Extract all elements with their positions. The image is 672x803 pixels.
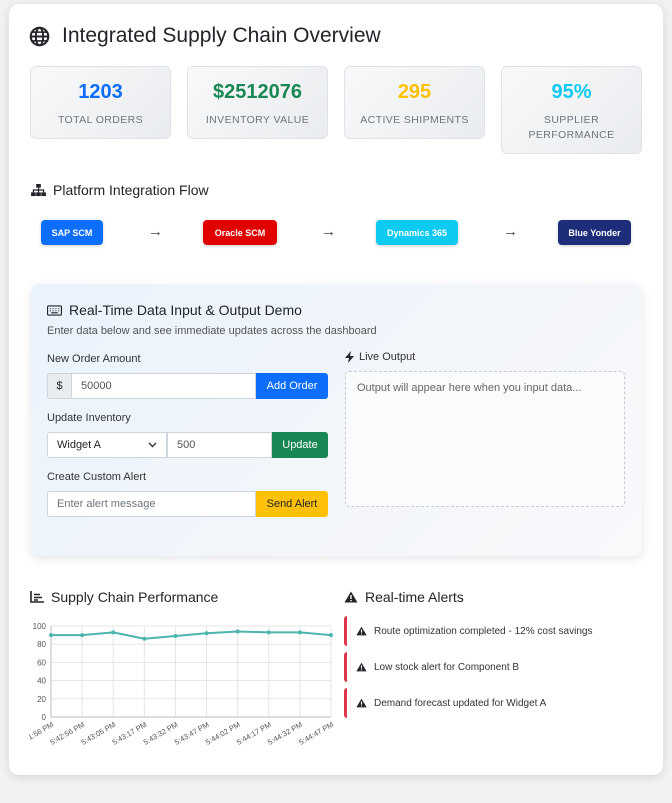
x-tick-label: 5:43:47 PM [173, 720, 211, 747]
order-label: New Order Amount [47, 353, 141, 365]
update-inventory-button[interactable]: Update [272, 432, 328, 458]
kpi-label: TOTAL ORDERS [57, 114, 144, 126]
data-point [235, 629, 240, 634]
performance-title: Supply Chain Performance [51, 589, 219, 605]
kpi-supplier-performance: 95% SUPPLIER PERFORMANCE [501, 66, 642, 154]
y-tick-label: 40 [37, 677, 46, 686]
keyboard-icon [47, 304, 62, 316]
performance-chart: 0204060801005:41:56 PM5:42:56 PM5:43:05 … [29, 622, 335, 747]
currency-addon: $ [47, 373, 71, 399]
product-select[interactable]: Widget A [47, 432, 167, 458]
bar-chart-icon [30, 591, 44, 603]
x-tick-label: 5:43:05 PM [80, 720, 118, 747]
data-point [297, 630, 302, 635]
kpi-value: 295 [397, 81, 432, 103]
output-label: Live Output [359, 351, 416, 363]
kpi-inventory-value: $2512076 INVENTORY VALUE [187, 66, 328, 139]
y-tick-label: 0 [42, 713, 47, 722]
kpi-label: SUPPLIER PERFORMANCE [528, 114, 615, 141]
warning-icon [344, 591, 358, 603]
x-tick-label: 5:44:02 PM [204, 720, 242, 747]
y-tick-label: 80 [37, 640, 46, 649]
alerts-heading: Real-time Alerts [344, 589, 464, 605]
x-tick-label: 5:44:17 PM [235, 720, 273, 747]
y-tick-label: 20 [37, 695, 46, 704]
order-input-group: $ 50000 Add Order [47, 373, 328, 399]
kpi-total-orders: 1203 TOTAL ORDERS [30, 66, 171, 139]
alert-item: Route optimization completed - 12% cost … [344, 616, 650, 646]
warning-icon [356, 698, 367, 708]
inventory-label: Update Inventory [47, 412, 131, 424]
inventory-input-group: Widget A 500 Update [47, 432, 328, 458]
flow-title: Platform Integration Flow [53, 182, 209, 198]
kpi-label: INVENTORY VALUE [205, 114, 310, 126]
alert-text: Demand forecast updated for Widget A [374, 697, 547, 709]
flow-arrow: → [148, 223, 163, 240]
warning-icon [356, 662, 367, 672]
platform-blue-yonder[interactable]: Blue Yonder [558, 220, 631, 245]
send-alert-button[interactable]: Send Alert [256, 491, 328, 517]
y-tick-label: 100 [33, 622, 47, 631]
kpi-value: 1203 [78, 81, 123, 103]
inventory-quantity-input[interactable]: 500 [167, 432, 272, 458]
x-tick-label: 5:44:47 PM [297, 720, 335, 747]
y-tick-label: 60 [37, 658, 46, 667]
sitemap-icon [31, 183, 46, 196]
data-point [49, 633, 53, 638]
performance-heading: Supply Chain Performance [30, 589, 218, 605]
x-tick-label: 5:43:17 PM [111, 720, 149, 747]
alert-message-input[interactable]: Enter alert message [47, 491, 256, 517]
alert-text: Low stock alert for Component B [374, 661, 520, 673]
alert-label: Create Custom Alert [47, 471, 147, 483]
alert-text: Route optimization completed - 12% cost … [374, 625, 593, 637]
kpi-value: 95% [551, 81, 592, 103]
data-point [204, 631, 209, 636]
x-tick-label: 5:42:56 PM [48, 720, 86, 747]
kpi-value: $2512076 [213, 81, 302, 103]
data-point [266, 630, 271, 635]
demo-panel: Real-Time Data Input & Output Demo Enter… [31, 284, 642, 556]
data-point [173, 634, 178, 639]
flow-arrow: → [503, 223, 518, 240]
data-point [111, 630, 116, 635]
alert-input-group: Enter alert message Send Alert [47, 491, 328, 517]
kpi-row: 1203 TOTAL ORDERS $2512076 INVENTORY VALUE… [30, 66, 642, 154]
x-tick-label: 5:43:32 PM [142, 720, 180, 747]
data-point [142, 636, 147, 641]
globe-icon [29, 26, 50, 46]
platform-oracle-scm[interactable]: Oracle SCM [203, 220, 277, 245]
platform-dynamics-365[interactable]: Dynamics 365 [376, 220, 458, 245]
flow-heading: Platform Integration Flow [31, 182, 209, 198]
add-order-button[interactable]: Add Order [256, 373, 328, 399]
page-header: Integrated Supply Chain Overview [29, 24, 381, 48]
kpi-label: ACTIVE SHIPMENTS [360, 114, 469, 126]
kpi-active-shipments: 295 ACTIVE SHIPMENTS [344, 66, 485, 139]
alert-item: Low stock alert for Component B [344, 652, 650, 682]
data-point [329, 633, 333, 638]
page-title: Integrated Supply Chain Overview [62, 24, 381, 47]
output-heading: Live Output [345, 351, 415, 363]
order-amount-input[interactable]: 50000 [71, 373, 256, 399]
demo-subtitle: Enter data below and see immediate updat… [47, 325, 377, 337]
flow-arrow: → [321, 223, 336, 240]
series-line [51, 630, 332, 640]
lightning-icon [345, 351, 354, 363]
alerts-title: Real-time Alerts [365, 589, 464, 605]
platform-sap-scm[interactable]: SAP SCM [41, 220, 103, 245]
data-point [80, 633, 85, 638]
warning-icon [356, 626, 367, 636]
chevron-down-icon [148, 442, 157, 448]
dashboard-card: Integrated Supply Chain Overview 1203 TOT… [9, 4, 663, 775]
live-output-box: Output will appear here when you input d… [345, 371, 625, 507]
alerts-list: Route optimization completed - 12% cost … [344, 616, 650, 724]
integration-flow: SAP SCM → Oracle SCM → Dynamics 365 → Bl… [41, 220, 641, 250]
alert-item: Demand forecast updated for Widget A [344, 688, 650, 718]
demo-title: Real-Time Data Input & Output Demo [69, 302, 302, 318]
demo-heading: Real-Time Data Input & Output Demo [47, 302, 302, 318]
x-tick-label: 5:44:32 PM [266, 720, 304, 747]
product-select-value: Widget A [57, 439, 102, 451]
